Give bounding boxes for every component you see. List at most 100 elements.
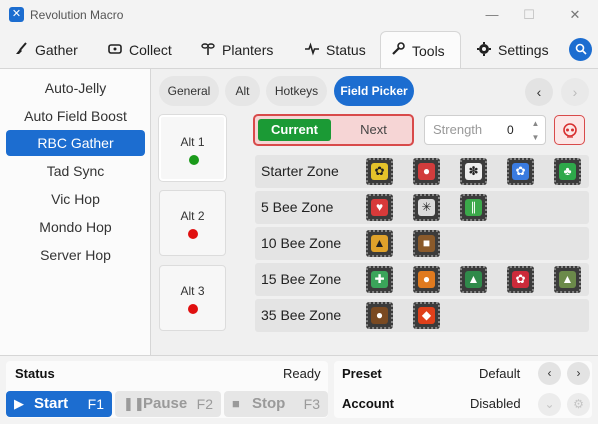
sunflower-field-icon[interactable]: ✿ [366, 158, 393, 185]
sidebar: Auto-Jelly Auto Field Boost RBC Gather T… [0, 69, 151, 355]
bamboo-field-icon[interactable]: ∥ [460, 194, 487, 221]
tab-planters-label: Planters [222, 42, 274, 58]
next-button[interactable]: Next [337, 119, 410, 141]
tab-collect[interactable]: Collect [98, 31, 182, 69]
alt-card-1[interactable]: Alt 1 [159, 115, 226, 181]
account-value: Disabled [470, 396, 521, 411]
coconut-field-icon[interactable]: ● [366, 302, 393, 329]
sidebar-item-mondo-hop[interactable]: Mondo Hop [6, 214, 145, 240]
alt-label: Alt 2 [180, 209, 205, 223]
pause-icon: ❚❚ [123, 396, 145, 411]
pause-button[interactable]: ❚❚ Pause F2 [115, 391, 221, 417]
current-next-toggle: Current Next [253, 114, 414, 146]
status-value: Ready [283, 366, 321, 381]
pine-tree-field-icon[interactable]: ▲ [460, 266, 487, 293]
ticket-icon [108, 42, 122, 59]
subtab-alt[interactable]: Alt [225, 76, 260, 106]
tab-gather-label: Gather [35, 42, 78, 58]
preset-next-button[interactable]: › [567, 362, 590, 385]
subtab-field-picker[interactable]: Field Picker [334, 76, 414, 106]
strawberry-field-icon[interactable]: ♥ [366, 194, 393, 221]
zone-label: 10 Bee Zone [261, 235, 342, 251]
preset-label: Preset [342, 366, 382, 381]
zone-row-15-bee: 15 Bee Zone ✚ ● ▲ ✿ ▲ [255, 263, 589, 296]
title-bar: ✕ Revolution Macro — ☐ ✕ [0, 0, 598, 31]
chevron-down-icon[interactable]: ⌄ [538, 393, 561, 416]
status-dot [188, 304, 198, 314]
clover-field-icon[interactable]: ♣ [554, 158, 581, 185]
cactus-field-icon[interactable]: ✚ [366, 266, 393, 293]
skull-icon[interactable] [554, 115, 585, 145]
pepper-field-icon[interactable]: ◆ [413, 302, 440, 329]
preset-prev-button[interactable]: ‹ [538, 362, 561, 385]
mushroom-field-icon[interactable]: ● [413, 158, 440, 185]
stump-field-icon[interactable]: ■ [413, 230, 440, 257]
zone-row-35-bee: 35 Bee Zone ● ◆ [255, 299, 589, 332]
sidebar-item-auto-field-boost[interactable]: Auto Field Boost [6, 103, 145, 129]
subtab-general[interactable]: General [159, 76, 219, 106]
plant-icon [201, 42, 215, 59]
sidebar-item-rbc-gather[interactable]: RBC Gather [6, 130, 145, 156]
zone-row-starter: Starter Zone ✿ ● ✽ ✿ ♣ [255, 155, 589, 188]
window-title: Revolution Macro [30, 8, 124, 22]
decrement-icon[interactable]: ▼ [528, 131, 543, 144]
rose-field-icon[interactable]: ✿ [507, 266, 534, 293]
play-icon: ▶ [14, 396, 24, 411]
tab-gather[interactable]: Gather [4, 31, 88, 69]
sidebar-item-server-hop[interactable]: Server Hop [6, 242, 145, 268]
alt-card-2[interactable]: Alt 2 [159, 190, 226, 256]
maximize-icon[interactable]: ☐ [514, 4, 544, 26]
sidebar-item-vic-hop[interactable]: Vic Hop [6, 186, 145, 212]
search-icon[interactable] [569, 38, 592, 61]
current-button[interactable]: Current [258, 119, 331, 141]
status-label: Status [15, 366, 55, 381]
tab-settings[interactable]: Settings [467, 31, 559, 69]
zone-row-10-bee: 10 Bee Zone ▲ ■ [255, 227, 589, 260]
close-icon[interactable]: ✕ [560, 4, 590, 26]
pineapple-field-icon[interactable]: ▲ [366, 230, 393, 257]
zone-label: 35 Bee Zone [261, 307, 342, 323]
sidebar-item-tad-sync[interactable]: Tad Sync [6, 158, 145, 184]
mountain-top-field-icon[interactable]: ▲ [554, 266, 581, 293]
status-dot [189, 155, 199, 165]
tab-status[interactable]: Status [295, 31, 376, 69]
app-logo-icon: ✕ [9, 7, 24, 22]
tab-collect-label: Collect [129, 42, 172, 58]
increment-icon[interactable]: ▲ [528, 117, 543, 130]
gear-icon [477, 41, 491, 59]
pumpkin-field-icon[interactable]: ● [413, 266, 440, 293]
tab-tools[interactable]: Tools [380, 31, 461, 69]
stop-icon: ■ [232, 396, 240, 411]
wrench-icon [391, 42, 405, 59]
status-dot [188, 229, 198, 239]
subtab-hotkeys[interactable]: Hotkeys [266, 76, 327, 106]
preset-value: Default [479, 366, 521, 381]
prev-page-button[interactable]: ‹ [525, 78, 553, 106]
minimize-icon[interactable]: — [477, 4, 507, 26]
sidebar-item-auto-jelly[interactable]: Auto-Jelly [6, 75, 145, 101]
tab-settings-label: Settings [498, 42, 549, 58]
main-tab-bar: Gather Collect Planters Status Tools Set… [0, 31, 598, 69]
zone-row-5-bee: 5 Bee Zone ♥ ✳ ∥ [255, 191, 589, 224]
tab-tools-label: Tools [412, 42, 445, 59]
spider-field-icon[interactable]: ✳ [413, 194, 440, 221]
strength-input[interactable]: Strength 0 ▲ ▼ [424, 115, 546, 145]
account-label: Account [342, 396, 394, 411]
zone-label: 5 Bee Zone [261, 199, 334, 215]
broom-icon [14, 41, 28, 59]
next-page-button[interactable]: › [561, 78, 589, 106]
blue-flower-field-icon[interactable]: ✿ [507, 158, 534, 185]
tab-planters[interactable]: Planters [191, 31, 283, 69]
stop-button[interactable]: ■ Stop F3 [224, 391, 328, 417]
tab-status-label: Status [326, 42, 366, 58]
strength-placeholder: Strength [433, 122, 483, 137]
zone-label: 15 Bee Zone [261, 271, 342, 287]
alt-card-3[interactable]: Alt 3 [159, 265, 226, 331]
bottom-divider [0, 355, 598, 356]
start-button[interactable]: ▶ Start F1 [6, 391, 112, 417]
dandelion-field-icon[interactable]: ✽ [460, 158, 487, 185]
alt-label: Alt 1 [180, 135, 205, 149]
gear-icon[interactable]: ⚙ [567, 393, 590, 416]
strength-value: 0 [507, 123, 514, 137]
alt-label: Alt 3 [180, 284, 205, 298]
